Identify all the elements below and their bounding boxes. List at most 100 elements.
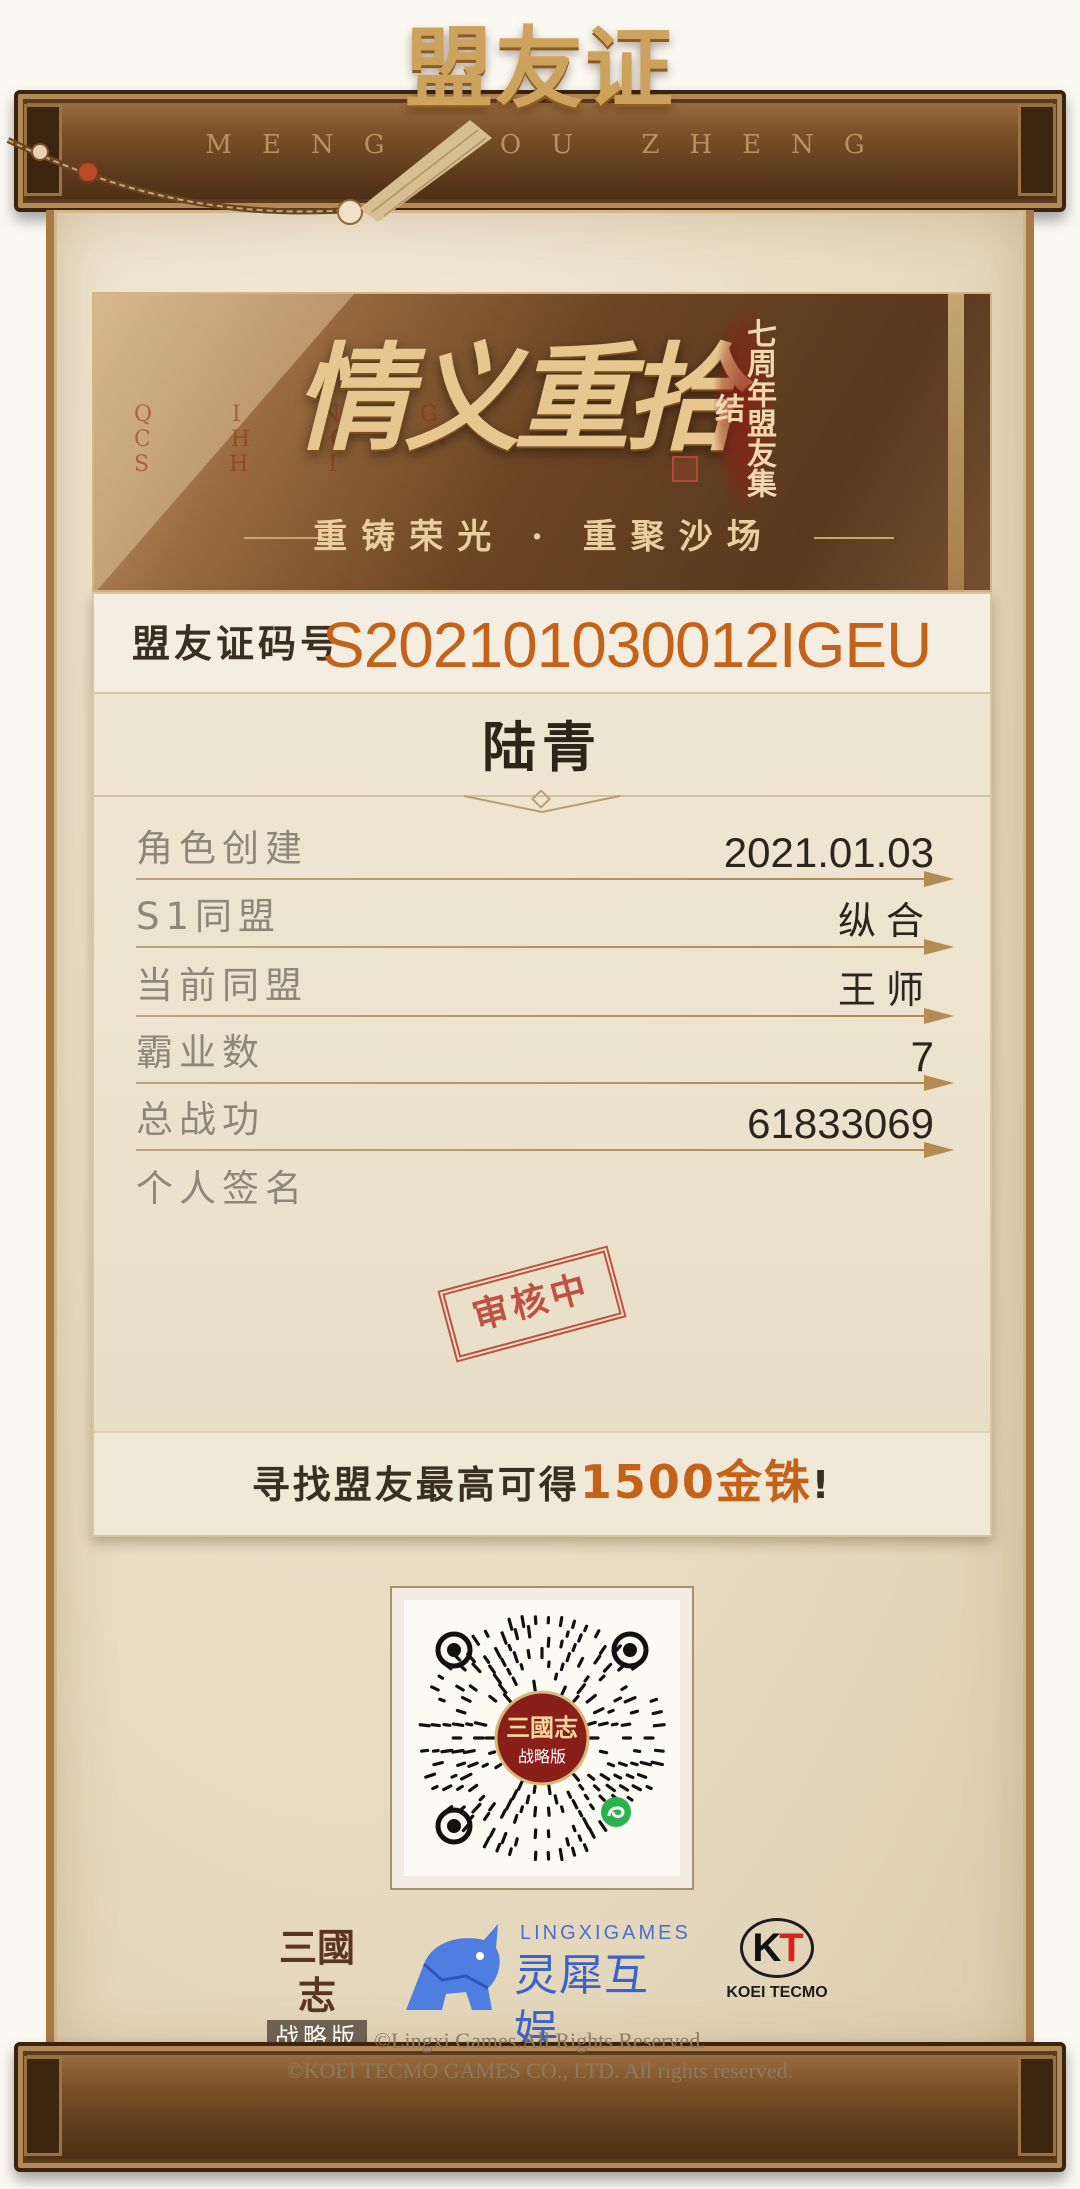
tassel-ornament <box>6 120 492 225</box>
qr-dash <box>577 1834 583 1842</box>
kt-mark-t: T <box>779 1926 803 1970</box>
tassel-fringe <box>360 120 492 222</box>
qr-dash <box>440 1748 454 1754</box>
player-name: 陆青 <box>482 715 602 779</box>
qr-dash <box>585 1693 597 1704</box>
qr-dash <box>500 1657 507 1667</box>
row-rule <box>136 1149 942 1151</box>
qr-dash <box>483 1629 490 1638</box>
qr-dash <box>625 1773 635 1780</box>
qr-dash <box>636 1772 648 1779</box>
qr-finder-dot <box>623 1643 637 1657</box>
qr-dash <box>571 1619 577 1629</box>
qr-dash <box>571 1772 581 1782</box>
qr-dash <box>593 1654 602 1665</box>
qr-dash <box>455 1684 465 1692</box>
qr-dash <box>598 1820 608 1832</box>
info-row-current-alliance: 当前同盟 王师 <box>136 951 954 1024</box>
qr-dash <box>438 1697 446 1703</box>
info-row-total-merit: 总战功 61833069 <box>136 1085 954 1158</box>
qr-dash <box>578 1783 585 1791</box>
info-row-hegemony-count: 霸业数 7 <box>136 1018 954 1091</box>
promo-suffix: ! <box>811 1463 833 1507</box>
qr-dash <box>565 1652 571 1663</box>
event-banner: QING YI CHONG SHI 情义重拾 七周年盟友集结 重铸荣光 · 重聚… <box>92 292 992 592</box>
qr-dash <box>424 1772 437 1779</box>
qr-dash <box>583 1675 590 1683</box>
qr-dash <box>431 1749 440 1753</box>
qr-dash <box>471 1662 482 1674</box>
qr-dash <box>571 1846 577 1857</box>
qr-dash <box>505 1798 513 1811</box>
qr-dash <box>653 1748 665 1753</box>
promo-bar: 寻找盟友最高可得1500金铢! <box>94 1431 990 1535</box>
qr-dash <box>606 1762 616 1768</box>
info-label: 当前同盟 <box>136 964 308 1007</box>
qr-dash <box>478 1794 486 1802</box>
mini-program-qr-code[interactable]: 三國志 战略版 <box>390 1586 694 1890</box>
qr-dash <box>565 1630 570 1638</box>
seal-mark <box>672 456 698 482</box>
qr-dash <box>482 1836 491 1849</box>
qr-dash <box>629 1709 640 1715</box>
qr-dash <box>451 1722 465 1728</box>
copyright-line-koei: ©KOEI TECMO GAMES CO., LTD. All rights r… <box>286 2058 794 2083</box>
qr-dash <box>558 1616 564 1628</box>
qr-dash <box>617 1761 628 1767</box>
qr-dash <box>650 1760 665 1767</box>
qr-dash <box>571 1824 577 1833</box>
qr-dash <box>450 1773 458 1779</box>
lingxi-logo-en: LINGXIGAMES <box>520 1922 691 1944</box>
qr-dash <box>526 1625 532 1639</box>
qr-dash <box>468 1684 478 1692</box>
qr-dash <box>631 1784 643 1792</box>
qr-dash <box>471 1802 482 1814</box>
qr-dash <box>610 1722 619 1727</box>
qr-center-subtitle: 战略版 <box>518 1747 566 1766</box>
qr-dash <box>506 1667 512 1676</box>
qr-dash <box>471 1634 481 1646</box>
qr-dash <box>500 1808 507 1819</box>
qr-dash <box>511 1676 518 1687</box>
wechat-mini-program-icon <box>601 1797 631 1827</box>
info-label: 霸业数 <box>136 1031 265 1074</box>
info-row-created: 角色创建 2021.01.03 <box>136 814 954 887</box>
qr-dash <box>437 1674 445 1680</box>
qr-dash <box>613 1696 623 1703</box>
qr-dash <box>451 1748 465 1754</box>
qr-dash <box>651 1710 663 1716</box>
qr-dash <box>571 1799 579 1810</box>
qr-dash <box>507 1643 513 1652</box>
qr-dash <box>620 1722 632 1727</box>
qr-dash <box>594 1629 601 1639</box>
qr-dash <box>632 1749 642 1754</box>
qr-dash <box>525 1794 531 1805</box>
qr-dash <box>519 1663 524 1671</box>
qr-dash <box>583 1624 589 1633</box>
copyright-line-lingxi: ©Lingxi Games.All Rights Reserved. <box>374 2028 706 2053</box>
copyright: ©Lingxi Games.All Rights Reserved. ©KOEI… <box>0 2026 1080 2086</box>
qr-dash <box>420 1748 430 1753</box>
qr-dash <box>565 1837 570 1847</box>
qr-finder-dot <box>447 1819 461 1833</box>
sanguozhi-logo-title: 三國志 <box>278 1925 355 2018</box>
qr-dash <box>560 1805 565 1813</box>
row-rule <box>136 1015 942 1017</box>
qr-dash <box>598 1674 606 1682</box>
qr-dash <box>597 1721 609 1727</box>
qr-dash <box>492 1673 502 1685</box>
qr-dash <box>582 1817 591 1830</box>
info-value: 2021.01.03 <box>723 829 934 876</box>
qr-dash <box>512 1651 519 1664</box>
qr-dash <box>500 1631 508 1645</box>
qr-dash <box>649 1697 659 1703</box>
qr-dash <box>605 1783 617 1793</box>
qr-dash <box>547 1783 552 1796</box>
qr-dash <box>442 1784 453 1792</box>
qr-dash <box>589 1803 595 1811</box>
qr-dash <box>553 1794 559 1805</box>
qr-dash <box>432 1760 444 1767</box>
qr-dash <box>430 1685 440 1692</box>
info-value: 王师 <box>837 968 934 1012</box>
qr-dash <box>652 1723 666 1728</box>
